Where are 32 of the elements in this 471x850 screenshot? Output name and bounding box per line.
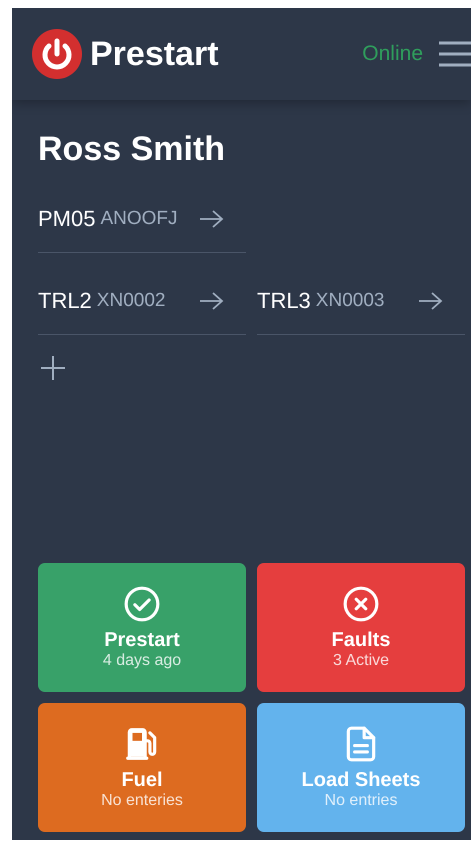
tile-subtitle: 3 Active [332,652,390,670]
driver-name: Ross Smith [38,130,226,169]
vehicle-link[interactable]: TRL2 XN0002 [38,279,246,335]
check-circle-icon [123,585,161,623]
vehicle-rego: XN0002 [96,290,166,312]
tile-subtitle: 4 days ago [102,652,182,670]
tile-subtitle: No entries [324,792,398,810]
summary-tile[interactable]: Faults 3 Active [257,563,465,692]
arrow-right-icon [198,208,224,228]
summary-tile[interactable]: Prestart 4 days ago [38,563,246,692]
vehicle-rego: ANOOFJ [100,208,179,230]
vehicle-code: PM05 [38,206,96,232]
summary-tile[interactable]: Fuel No enteries [38,703,246,832]
vehicle-link[interactable]: PM05 ANOOFJ [38,197,246,253]
arrow-right-icon [417,290,443,310]
tile-subtitle: No enteries [101,792,183,810]
add-icon[interactable] [40,355,66,381]
tile-title: Faults [332,629,390,652]
vehicle-code: TRL2 [38,288,92,314]
tile-title: Fuel [121,769,163,792]
power-logo-icon [32,29,82,79]
connection-status: Online [362,42,423,66]
vehicle-code: TRL3 [257,288,311,314]
summary-tile[interactable]: Load Sheets No entries [257,703,465,832]
cross-circle-icon [342,585,380,623]
menu-icon[interactable] [437,40,471,68]
app-title: Prestart [90,34,220,74]
tile-title: Prestart [104,629,180,652]
tile-title: Load Sheets [302,769,420,792]
vehicle-link[interactable]: TRL3 XN0003 [257,279,465,335]
arrow-right-icon [198,290,224,310]
vehicle-rego: XN0003 [316,290,386,312]
